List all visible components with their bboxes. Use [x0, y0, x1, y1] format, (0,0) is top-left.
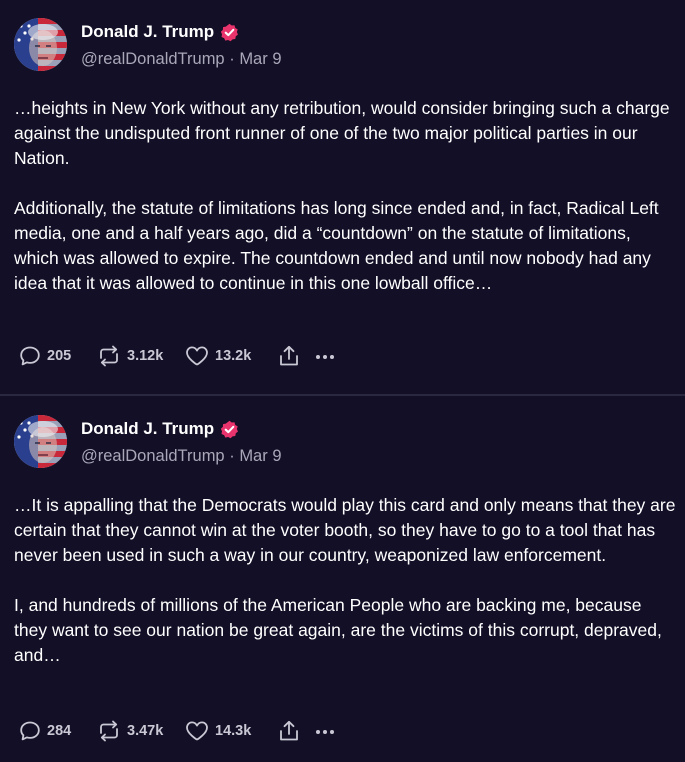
post-body: …heights in New York without any retribu… [14, 96, 679, 296]
repost-count: 3.47k [127, 723, 164, 739]
author-handle[interactable]: @realDonaldTrump [81, 447, 225, 465]
more-options-button[interactable] [312, 719, 342, 743]
heart-icon [186, 346, 208, 366]
more-dots-icon [316, 355, 334, 359]
repost-arrows-icon [100, 720, 118, 742]
reply-count: 284 [47, 723, 72, 739]
share-upload-icon [280, 345, 298, 366]
more-options-button[interactable] [312, 344, 342, 368]
post-paragraph: …heights in New York without any retribu… [14, 98, 670, 168]
share-button[interactable] [278, 344, 312, 368]
repost-arrows-icon [100, 345, 118, 367]
verified-badge-icon [221, 420, 239, 438]
author-name[interactable]: Donald J. Trump [81, 22, 214, 42]
reply-button[interactable]: 284 [18, 719, 96, 743]
avatar-flag-portrait-image [14, 415, 67, 468]
post-body: …It is appalling that the Democrats woul… [14, 493, 679, 668]
avatar-flag-portrait-image [14, 18, 67, 71]
post-2[interactable]: Donald J. Trump @realDonaldTrump · Mar 9… [0, 397, 685, 762]
verified-badge-icon [221, 23, 239, 41]
author-name[interactable]: Donald J. Trump [81, 419, 214, 439]
speech-bubble-icon [20, 346, 40, 366]
post-paragraph: …It is appalling that the Democrats woul… [14, 495, 676, 565]
post-paragraph: I, and hundreds of millions of the Ameri… [14, 595, 662, 665]
avatar[interactable] [14, 415, 67, 468]
reply-count: 205 [47, 348, 72, 364]
repost-count: 3.12k [127, 348, 164, 364]
separator-dot: · [229, 447, 235, 465]
post-divider [0, 394, 685, 396]
repost-button[interactable]: 3.47k [96, 719, 184, 743]
handle-date-row: @realDonaldTrump · Mar 9 [81, 50, 282, 69]
post-date[interactable]: Mar 9 [239, 50, 281, 68]
post-paragraph: Additionally, the statute of limitations… [14, 198, 659, 293]
like-count: 13.2k [215, 348, 252, 364]
like-count: 14.3k [215, 723, 252, 739]
author-handle[interactable]: @realDonaldTrump [81, 50, 225, 68]
like-button[interactable]: 14.3k [184, 719, 278, 743]
avatar[interactable] [14, 18, 67, 71]
separator-dot: · [229, 50, 235, 68]
share-upload-icon [280, 720, 298, 741]
speech-bubble-icon [20, 721, 40, 741]
like-button[interactable]: 13.2k [184, 344, 278, 368]
repost-button[interactable]: 3.12k [96, 344, 184, 368]
reply-button[interactable]: 205 [18, 344, 96, 368]
more-dots-icon [316, 730, 334, 734]
share-button[interactable] [278, 719, 312, 743]
action-bar: 205 3.12k 13.2k [18, 342, 342, 370]
post-date[interactable]: Mar 9 [239, 447, 281, 465]
action-bar: 284 3.47k 14.3k [18, 717, 342, 745]
post-1[interactable]: Donald J. Trump @realDonaldTrump · Mar 9… [0, 0, 685, 394]
handle-date-row: @realDonaldTrump · Mar 9 [81, 447, 282, 466]
heart-icon [186, 721, 208, 741]
